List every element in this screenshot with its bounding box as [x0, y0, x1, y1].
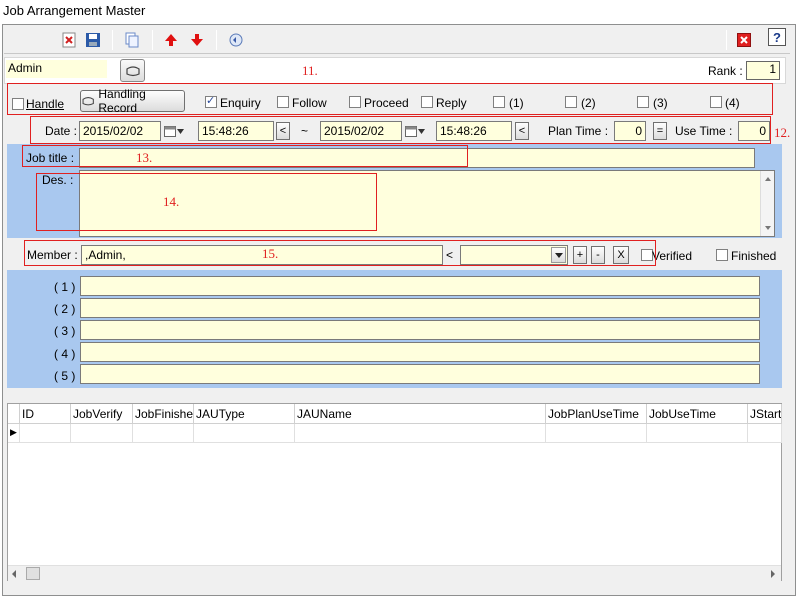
toolbar-separator: [726, 30, 727, 50]
help-icon[interactable]: ?: [768, 28, 786, 46]
table-cell[interactable]: [546, 424, 647, 443]
annotation-box-12: [30, 116, 771, 144]
annotation-14: 14.: [163, 194, 180, 209]
copy-icon[interactable]: [123, 31, 141, 49]
column-header-jauname[interactable]: JAUName: [295, 404, 546, 424]
table-cell[interactable]: [748, 424, 782, 443]
table-cell[interactable]: [194, 424, 295, 443]
annotation-box-14: [36, 173, 377, 231]
field-3-label: ( 3 ): [54, 324, 76, 338]
field-1-label: ( 1 ): [54, 280, 76, 294]
rank-input[interactable]: 1: [746, 61, 780, 80]
field-2-input[interactable]: [80, 298, 760, 318]
field-5-label: ( 5 ): [54, 369, 76, 383]
field-4-label: ( 4 ): [54, 347, 76, 361]
annotation-13: 13.: [136, 150, 153, 165]
column-header-jstart[interactable]: JStart: [748, 404, 782, 424]
row-header-corner: [8, 404, 20, 424]
column-header-jobfinished[interactable]: JobFinished: [133, 404, 194, 424]
annotation-11: 11.: [302, 63, 318, 78]
delete-icon[interactable]: [60, 31, 78, 49]
table-cell[interactable]: [295, 424, 546, 443]
toolbar-separator: [112, 30, 113, 50]
save-icon[interactable]: [84, 31, 102, 49]
annotation-box-15: [24, 240, 656, 266]
handshake-icon: [125, 65, 140, 76]
scroll-right-icon: [771, 570, 775, 578]
column-header-jautype[interactable]: JAUType: [194, 404, 295, 424]
table-cell[interactable]: [133, 424, 194, 443]
handshake-button[interactable]: [120, 59, 145, 82]
table-cell[interactable]: [71, 424, 133, 443]
field-4-input[interactable]: [80, 342, 760, 362]
toolbar-separator: [216, 30, 217, 50]
data-grid[interactable]: ID JobVerify JobFinished JAUType JAUName…: [7, 403, 782, 581]
annotation-12: 12.: [774, 125, 791, 140]
table-cell[interactable]: [20, 424, 71, 443]
title-bar: Job Arrangement Master: [0, 0, 800, 22]
column-header-id[interactable]: ID: [20, 404, 71, 424]
scrollbar-thumb[interactable]: [26, 567, 40, 580]
annotation-box-13: [22, 145, 468, 167]
finished-checkbox[interactable]: [716, 249, 728, 261]
close-icon[interactable]: [735, 31, 753, 49]
user-name-field[interactable]: Admin: [6, 60, 107, 78]
refresh-icon[interactable]: [227, 31, 245, 49]
annotation-15: 15.: [262, 246, 279, 261]
table-cell[interactable]: [647, 424, 748, 443]
current-row-marker: ▶: [8, 424, 20, 443]
horizontal-scrollbar[interactable]: [8, 565, 781, 581]
arrow-down-icon[interactable]: [188, 31, 206, 49]
toolbar: ?: [4, 26, 790, 54]
scroll-left-icon: [12, 570, 16, 578]
toolbar-separator: [152, 30, 153, 50]
description-scrollbar[interactable]: [760, 171, 774, 236]
finished-label: Finished: [731, 249, 777, 263]
arrow-up-icon[interactable]: [162, 31, 180, 49]
annotation-box-11: [7, 83, 773, 115]
field-3-input[interactable]: [80, 320, 760, 340]
field-5-input[interactable]: [80, 364, 760, 384]
column-header-jobusetime[interactable]: JobUseTime: [647, 404, 748, 424]
column-header-jobverify[interactable]: JobVerify: [71, 404, 133, 424]
verified-label: Verified: [652, 249, 693, 263]
rank-label: Rank :: [708, 64, 743, 78]
column-header-jobplanusetime[interactable]: JobPlanUseTime: [546, 404, 647, 424]
window-title: Job Arrangement Master: [3, 3, 146, 18]
field-2-label: ( 2 ): [54, 302, 76, 316]
field-1-input[interactable]: [80, 276, 760, 296]
